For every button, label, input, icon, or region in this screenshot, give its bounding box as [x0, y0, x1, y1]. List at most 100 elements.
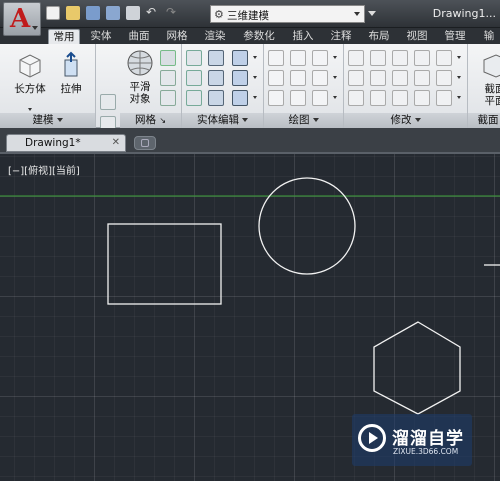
extrude-faces-icon[interactable]	[232, 50, 248, 66]
mesh-box-icon[interactable]	[160, 50, 176, 66]
chevron-down-icon[interactable]	[457, 56, 461, 59]
chevron-down-icon[interactable]	[253, 56, 257, 59]
separate-icon[interactable]	[232, 90, 248, 106]
section-plane-label: 截面平面	[484, 83, 500, 107]
chevron-down-icon[interactable]	[333, 56, 337, 59]
smooth-object-icon	[127, 50, 153, 76]
offset-icon[interactable]	[414, 70, 430, 86]
chevron-down-icon[interactable]	[242, 118, 248, 122]
file-tab-drawing1[interactable]: Drawing1* ✕	[6, 134, 126, 152]
watermark-logo: 溜溜自学 ZIXUE.3D66.COM	[352, 414, 472, 466]
play-logo-icon	[358, 424, 386, 452]
new-drawing-tab-button[interactable]	[134, 136, 156, 150]
break-icon[interactable]	[436, 50, 452, 66]
gizmo-icon[interactable]	[370, 70, 386, 86]
document-title: Drawing1...	[432, 7, 496, 20]
chevron-down-icon[interactable]	[414, 118, 421, 122]
stretch-icon[interactable]	[348, 70, 364, 86]
spline-icon[interactable]	[268, 70, 284, 86]
smooth-object-button[interactable]: 平滑对象	[122, 48, 158, 105]
chevron-down-icon[interactable]	[253, 76, 257, 79]
tab-layout[interactable]: 布局	[364, 29, 394, 44]
fillet-icon[interactable]	[436, 70, 452, 86]
panel-mesh: 平滑对象 网格 ↘	[120, 44, 182, 128]
chevron-down-icon[interactable]	[312, 118, 319, 122]
scale-icon[interactable]	[392, 90, 408, 106]
autocad-logo-icon: A	[10, 4, 31, 34]
tab-render[interactable]: 渲染	[200, 29, 230, 44]
intersect-icon[interactable]	[186, 90, 202, 106]
tab-solid[interactable]: 实体	[86, 29, 116, 44]
join-icon[interactable]	[414, 50, 430, 66]
3d-align-icon[interactable]	[370, 90, 386, 106]
undo-icon[interactable]: ↶	[146, 6, 160, 20]
chevron-down-icon[interactable]	[333, 96, 337, 99]
chevron-down-icon	[28, 108, 32, 111]
fillet-edge-icon[interactable]	[232, 70, 248, 86]
save-as-icon[interactable]	[106, 6, 120, 20]
panel-solid-editing: 实体编辑	[182, 44, 264, 128]
rotate-icon[interactable]	[392, 70, 408, 86]
box-button[interactable]: 长方体	[10, 50, 50, 111]
match-properties-icon[interactable]	[348, 90, 364, 106]
application-menu-button[interactable]: A	[3, 2, 41, 36]
mesh-refine-icon[interactable]	[160, 90, 176, 106]
mirror-icon[interactable]	[414, 90, 430, 106]
redo-icon[interactable]: ↷	[166, 6, 180, 20]
slice-icon[interactable]	[208, 70, 224, 86]
mesh-union-icon[interactable]	[160, 70, 176, 86]
arc-icon[interactable]	[312, 50, 328, 66]
close-icon[interactable]: ✕	[112, 135, 120, 151]
copy-icon[interactable]	[370, 50, 386, 66]
print-icon[interactable]	[126, 6, 140, 20]
file-tab-label: Drawing1*	[25, 137, 81, 149]
section-plane-button[interactable]: 截面平面	[478, 50, 500, 107]
line-icon[interactable]	[290, 70, 306, 86]
save-icon[interactable]	[86, 6, 100, 20]
chevron-down-icon[interactable]	[253, 96, 257, 99]
chevron-down-icon[interactable]	[333, 76, 337, 79]
panel-label-section: 截面	[477, 114, 499, 126]
polygon-icon[interactable]	[268, 90, 284, 106]
file-tabs-bar: Drawing1* ✕	[0, 128, 500, 154]
extrude-icon	[64, 51, 78, 77]
panel-modeling: 长方体 拉伸 建模	[0, 44, 96, 128]
ellipse-icon[interactable]	[312, 90, 328, 106]
subtract-icon[interactable]	[186, 70, 202, 86]
hatch-icon[interactable]	[290, 50, 306, 66]
workspace-select[interactable]: ⚙ 三维建模	[210, 5, 365, 23]
tab-insert[interactable]: 插入	[288, 29, 318, 44]
circle-shape[interactable]	[258, 177, 356, 275]
circle-icon[interactable]	[312, 70, 328, 86]
panel-label-solid-editing: 实体编辑	[197, 114, 239, 126]
customize-qat-icon[interactable]	[368, 11, 376, 16]
rectangle-shape[interactable]	[107, 223, 222, 305]
tab-view[interactable]: 视图	[402, 29, 432, 44]
tab-annotate[interactable]: 注释	[326, 29, 356, 44]
polyline-icon[interactable]	[268, 50, 284, 66]
tab-surface[interactable]: 曲面	[124, 29, 154, 44]
chevron-down-icon[interactable]	[56, 118, 63, 122]
tab-manage[interactable]: 管理	[440, 29, 470, 44]
array-icon[interactable]	[436, 90, 452, 106]
chevron-down-icon	[354, 12, 360, 16]
tab-parametric[interactable]: 参数化	[238, 29, 280, 44]
tab-output[interactable]: 输	[478, 29, 500, 44]
extract-edges-icon[interactable]	[208, 50, 224, 66]
hexagon-shape[interactable]	[373, 321, 461, 415]
presspull-icon[interactable]	[100, 94, 116, 110]
open-file-icon[interactable]	[66, 6, 80, 20]
tab-home[interactable]: 常用	[48, 29, 80, 44]
shell-icon[interactable]	[208, 90, 224, 106]
autocad-window: ↶ ↷ ⚙ 三维建模 Drawing1... A 常用 实体 曲面 网格 渲染 …	[0, 0, 500, 481]
rectangle-icon[interactable]	[290, 90, 306, 106]
new-file-icon[interactable]	[46, 6, 60, 20]
dialog-launcher-icon[interactable]: ↘	[159, 116, 166, 125]
chevron-down-icon[interactable]	[457, 76, 461, 79]
extrude-button[interactable]: 拉伸	[56, 50, 86, 95]
union-icon[interactable]	[186, 50, 202, 66]
trim-icon[interactable]	[348, 50, 364, 66]
move-icon[interactable]	[392, 50, 408, 66]
chevron-down-icon[interactable]	[457, 96, 461, 99]
tab-mesh[interactable]: 网格	[162, 29, 192, 44]
